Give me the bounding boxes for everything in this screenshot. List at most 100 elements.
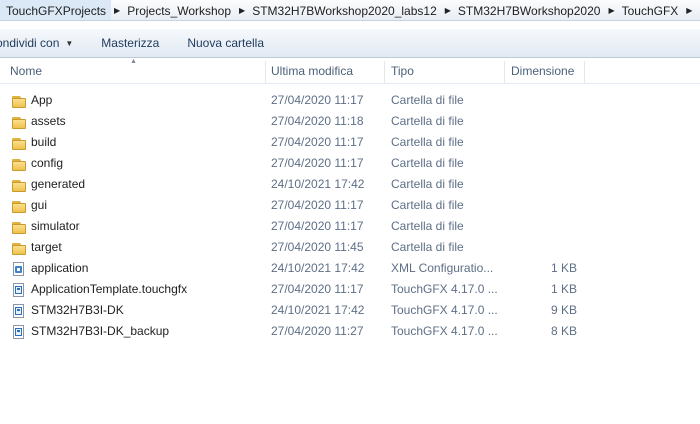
column-divider[interactable] — [384, 61, 385, 83]
breadcrumb-chevron-icon[interactable]: ▶ — [442, 6, 454, 15]
file-type: Cartella di file — [391, 219, 464, 233]
file-modified: 27/04/2020 11:17 — [271, 198, 364, 212]
folder-icon — [12, 199, 26, 213]
file-type: TouchGFX 4.17.0 ... — [391, 303, 498, 317]
file-type: Cartella di file — [391, 177, 464, 191]
file-type: Cartella di file — [391, 135, 464, 149]
file-modified: 27/04/2020 11:17 — [271, 156, 364, 170]
file-name-cell[interactable]: App — [12, 90, 267, 111]
file-row[interactable]: build 27/04/2020 11:17 Cartella di file — [0, 132, 700, 153]
folder-icon — [12, 157, 26, 171]
file-size: 1 KB — [550, 261, 577, 275]
column-header-modified[interactable]: Ultima modifica — [271, 59, 383, 83]
folder-icon — [12, 136, 26, 150]
breadcrumb-chevron-icon[interactable]: ▶ — [111, 6, 123, 15]
file-type: Cartella di file — [391, 156, 464, 170]
breadcrumb-item-labs12[interactable]: STM32H7BWorkshop2020_labs12 — [248, 0, 442, 20]
file-name: application — [31, 261, 89, 275]
command-toolbar: ondividi con ▼ Masterizza Nuova cartella — [0, 28, 700, 58]
file-name: gui — [31, 198, 48, 212]
address-bar[interactable]: TouchGFXProjects ▶ Projects_Workshop ▶ S… — [0, 0, 700, 21]
file-type: TouchGFX 4.17.0 ... — [391, 282, 498, 296]
file-size: 9 KB — [550, 303, 577, 317]
touchgfx-file-icon — [12, 324, 26, 339]
file-name: STM32H7B3I-DK — [31, 303, 124, 317]
column-divider[interactable] — [584, 61, 585, 83]
file-size — [511, 195, 577, 216]
touchgfx-file-icon — [12, 303, 26, 318]
file-row[interactable]: generated 24/10/2021 17:42 Cartella di fil… — [0, 174, 700, 195]
share-with-button[interactable]: ondividi con ▼ — [0, 31, 87, 55]
file-name-cell[interactable]: application — [12, 258, 267, 279]
file-row[interactable]: gui 27/04/2020 11:17 Cartella di file — [0, 195, 700, 216]
file-type: XML Configuratio... — [391, 261, 494, 275]
file-name: STM32H7B3I-DK_backup — [31, 324, 170, 338]
file-row[interactable]: target 27/04/2020 11:45 Cartella di file — [0, 237, 700, 258]
file-name-cell[interactable]: STM32H7B3I-DK_backup — [12, 321, 267, 342]
file-row[interactable]: STM32H7B3I-DK 24/10/2021 17:42 TouchGFX 4.… — [0, 300, 700, 321]
file-name-cell[interactable]: assets — [12, 111, 267, 132]
file-name: simulator — [31, 219, 80, 233]
file-name: config — [31, 156, 64, 170]
column-header-type[interactable]: Tipo — [391, 59, 503, 83]
column-header-name[interactable]: Nome — [10, 59, 265, 83]
folder-icon — [12, 220, 26, 234]
breadcrumb-chevron-icon[interactable]: ▶ — [236, 6, 248, 15]
file-name-cell[interactable]: gui — [12, 195, 267, 216]
file-type: TouchGFX 4.17.0 ... — [391, 324, 498, 338]
burn-button[interactable]: Masterizza — [87, 31, 173, 55]
file-name-cell[interactable]: simulator — [12, 216, 267, 237]
breadcrumb-item-touchgfxprojects[interactable]: TouchGFXProjects — [0, 0, 112, 20]
column-header-size[interactable]: Dimensione — [511, 59, 583, 83]
file-row[interactable]: application 24/10/2021 17:42 XML Configura… — [0, 258, 700, 279]
breadcrumb-chevron-icon[interactable]: ▶ — [605, 6, 617, 15]
file-list: App 27/04/2020 11:17 Cartella di file asset… — [0, 90, 700, 342]
file-size: 1 KB — [550, 282, 577, 296]
file-modified: 27/04/2020 11:18 — [271, 114, 364, 128]
column-divider[interactable] — [265, 61, 266, 83]
file-size — [511, 153, 577, 174]
file-modified: 24/10/2021 17:42 — [271, 261, 365, 275]
folder-icon — [12, 241, 26, 255]
file-size — [511, 132, 577, 153]
folder-icon — [12, 115, 26, 129]
file-name-cell[interactable]: build — [12, 132, 267, 153]
breadcrumb-item-projects-workshop[interactable]: Projects_Workshop — [123, 0, 236, 20]
file-name: assets — [31, 114, 66, 128]
file-name: target — [31, 240, 62, 254]
file-row[interactable]: config 27/04/2020 11:17 Cartella di file — [0, 153, 700, 174]
file-name-cell[interactable]: target — [12, 237, 267, 258]
file-name-cell[interactable]: ApplicationTemplate.touchgfx — [12, 279, 267, 300]
file-type: Cartella di file — [391, 114, 464, 128]
breadcrumb-item-workshop2020[interactable]: STM32H7BWorkshop2020 — [454, 0, 606, 20]
column-divider[interactable] — [504, 61, 505, 83]
file-name: build — [31, 135, 57, 149]
file-row[interactable]: simulator 27/04/2020 11:17 Cartella di fil… — [0, 216, 700, 237]
file-modified: 27/04/2020 11:27 — [271, 324, 364, 338]
breadcrumb-item-touchgfx[interactable]: TouchGFX — [618, 0, 684, 20]
file-name-cell[interactable]: generated — [12, 174, 267, 195]
file-modified: 24/10/2021 17:42 — [271, 303, 365, 317]
file-modified: 24/10/2021 17:42 — [271, 177, 365, 191]
file-type: Cartella di file — [391, 240, 464, 254]
new-folder-button[interactable]: Nuova cartella — [173, 31, 278, 55]
file-row[interactable]: assets 27/04/2020 11:18 Cartella di file — [0, 111, 700, 132]
file-row[interactable]: ApplicationTemplate.touchgfx 27/04/2020 1… — [0, 279, 700, 300]
file-size — [511, 111, 577, 132]
file-row[interactable]: STM32H7B3I-DK_backup 27/04/2020 11:27 Touc… — [0, 321, 700, 342]
file-name-cell[interactable]: config — [12, 153, 267, 174]
file-name-cell[interactable]: STM32H7B3I-DK — [12, 300, 267, 321]
file-size — [511, 216, 577, 237]
file-modified: 27/04/2020 11:17 — [271, 219, 364, 233]
file-row[interactable]: App 27/04/2020 11:17 Cartella di file — [0, 90, 700, 111]
file-size — [511, 237, 577, 258]
file-size — [511, 90, 577, 111]
file-modified: 27/04/2020 11:17 — [271, 135, 364, 149]
breadcrumb-chevron-icon[interactable]: ▶ — [683, 6, 695, 15]
xml-config-file-icon — [12, 261, 26, 276]
file-type: Cartella di file — [391, 198, 464, 212]
file-name: App — [31, 93, 53, 107]
dropdown-arrow-icon: ▼ — [65, 38, 74, 48]
touchgfx-file-icon — [12, 282, 26, 297]
